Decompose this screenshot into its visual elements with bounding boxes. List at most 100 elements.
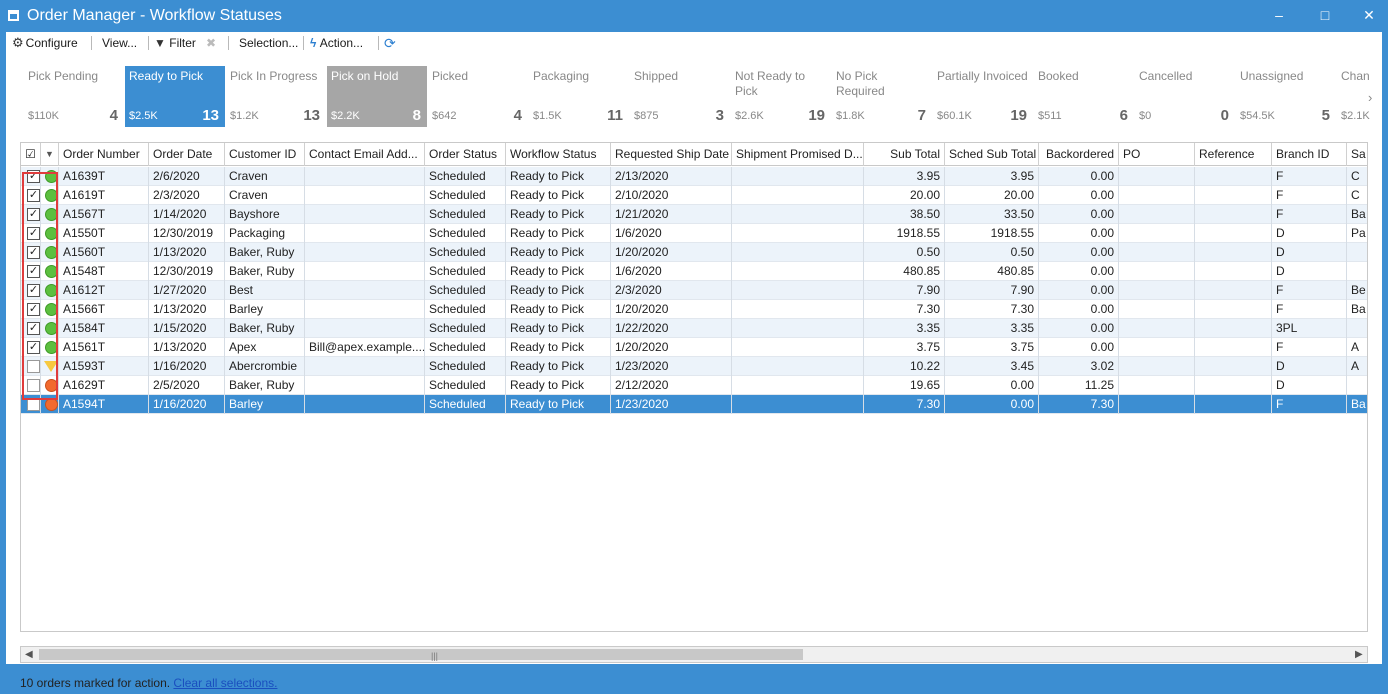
row-checkbox[interactable]	[27, 398, 40, 411]
column-header[interactable]: Sub Total	[864, 143, 945, 166]
view-button[interactable]: View...	[102, 34, 137, 52]
horizontal-scrollbar[interactable]: ◀ ||| ▶	[20, 646, 1368, 663]
selection-button[interactable]: Selection...	[239, 34, 298, 52]
table-row[interactable]: ✓ A1612T 1/27/2020 Best Scheduled Ready to Pi…	[21, 281, 1367, 300]
status-tile[interactable]: Unassigned $54.5K 5	[1236, 66, 1336, 127]
scroll-right-icon[interactable]: ▶	[1355, 647, 1363, 662]
clear-filter-icon[interactable]: ✖	[206, 34, 216, 52]
status-tile[interactable]: Ready to Pick $2.5K 13	[125, 66, 225, 127]
row-checkbox[interactable]: ✓	[27, 189, 40, 202]
configure-button[interactable]: ⚙ Configure	[12, 34, 78, 52]
status-tile[interactable]: Shipped $875 3	[630, 66, 730, 127]
row-checkbox[interactable]: ✓	[27, 322, 40, 335]
status-tile-name: Packaging	[533, 69, 590, 83]
table-cell: Packaging	[225, 224, 305, 243]
status-tile[interactable]: Not Ready to Pick $2.6K 19	[731, 66, 831, 127]
table-row[interactable]: ✓ A1548T 12/30/2019 Baker, Ruby Scheduled Rea…	[21, 262, 1367, 281]
row-checkbox-cell: ✓	[21, 262, 41, 281]
column-header[interactable]: Workflow Status	[506, 143, 611, 166]
row-checkbox[interactable]: ✓	[27, 341, 40, 354]
maximize-button[interactable]: □	[1316, 6, 1334, 24]
client-area: ⚙ Configure View... ▼ Filter ✖ Selection.…	[6, 32, 1382, 690]
table-cell	[732, 357, 864, 376]
table-cell: 7.30	[1039, 395, 1119, 414]
column-header[interactable]: Order Date	[149, 143, 225, 166]
filter-button[interactable]: ▼ Filter	[154, 34, 196, 52]
table-cell: Abercrombie	[225, 357, 305, 376]
table-row[interactable]: ✓ A1550T 12/30/2019 Packaging Scheduled Ready…	[21, 224, 1367, 243]
row-checkbox[interactable]: ✓	[27, 265, 40, 278]
column-header[interactable]: Backordered	[1039, 143, 1119, 166]
scroll-left-icon[interactable]: ◀	[25, 647, 33, 662]
table-row[interactable]: ✓ A1639T 2/6/2020 Craven Scheduled Ready to P…	[21, 167, 1367, 186]
row-indicator-cell	[41, 186, 59, 205]
column-header[interactable]: Shipment Promised D...	[732, 143, 864, 166]
minimize-button[interactable]: –	[1270, 6, 1288, 24]
table-cell	[1119, 262, 1195, 281]
status-tile[interactable]: Pick Pending $110K 4	[24, 66, 124, 127]
status-tile[interactable]: No Pick Required $1.8K 7	[832, 66, 932, 127]
status-tile[interactable]: Picked $642 4	[428, 66, 528, 127]
table-row[interactable]: ✓ A1567T 1/14/2020 Bayshore Scheduled Ready t…	[21, 205, 1367, 224]
row-checkbox[interactable]: ✓	[27, 227, 40, 240]
row-checkbox[interactable]: ✓	[27, 208, 40, 221]
column-header[interactable]: Order Number	[59, 143, 149, 166]
row-checkbox[interactable]	[27, 360, 40, 373]
green-status-dot-icon	[45, 208, 58, 221]
status-tile[interactable]: Packaging $1.5K 11	[529, 66, 629, 127]
action-button[interactable]: ϟ Action...	[310, 34, 363, 52]
table-cell: 1/20/2020	[611, 243, 732, 262]
row-checkbox[interactable]: ✓	[27, 303, 40, 316]
row-checkbox[interactable]: ✓	[27, 284, 40, 297]
table-cell	[732, 395, 864, 414]
scroll-thumb[interactable]: |||	[39, 649, 803, 661]
row-checkbox[interactable]: ✓	[27, 170, 40, 183]
status-tile[interactable]: Cancelled $0 0	[1135, 66, 1235, 127]
column-header[interactable]: Sched Sub Total	[945, 143, 1039, 166]
table-row[interactable]: ✓ A1584T 1/15/2020 Baker, Ruby Scheduled Read…	[21, 319, 1367, 338]
green-status-dot-icon	[45, 284, 58, 297]
status-tile-amount: $642	[432, 110, 457, 122]
column-header[interactable]: Requested Ship Date	[611, 143, 732, 166]
column-header[interactable]: PO	[1119, 143, 1195, 166]
table-row[interactable]: ✓ A1560T 1/13/2020 Baker, Ruby Scheduled Read…	[21, 243, 1367, 262]
column-header[interactable]: Sa	[1347, 143, 1367, 166]
table-cell: Scheduled	[425, 395, 506, 414]
column-header[interactable]: Customer ID	[225, 143, 305, 166]
column-header[interactable]: Contact Email Add...	[305, 143, 425, 166]
table-row[interactable]: ✓ A1561T 1/13/2020 Apex Bill@apex.example...…	[21, 338, 1367, 357]
table-row[interactable]: A1593T 1/16/2020 Abercrombie Scheduled Ready…	[21, 357, 1367, 376]
row-checkbox[interactable]: ✓	[27, 246, 40, 259]
status-tile[interactable]: Booked $511 6	[1034, 66, 1134, 127]
table-row[interactable]: ✓ A1619T 2/3/2020 Craven Scheduled Ready to P…	[21, 186, 1367, 205]
status-tile[interactable]: Chan $2.1K	[1337, 66, 1382, 127]
close-button[interactable]: ✕	[1360, 6, 1378, 24]
status-tile-amount: $875	[634, 110, 659, 122]
chevron-right-icon[interactable]: ›	[1368, 90, 1372, 105]
row-checkbox[interactable]	[27, 379, 40, 392]
table-row[interactable]: ✓ A1566T 1/13/2020 Barley Scheduled Ready to …	[21, 300, 1367, 319]
column-header[interactable]: Branch ID	[1272, 143, 1347, 166]
select-all-checkbox[interactable]: ☑	[21, 143, 41, 166]
table-cell: Ba	[1347, 300, 1367, 319]
refresh-icon[interactable]: ⟳	[384, 34, 396, 52]
table-cell	[1347, 319, 1367, 338]
table-cell: Ready to Pick	[506, 205, 611, 224]
table-row[interactable]: A1594T 1/16/2020 Barley Scheduled Ready to P…	[21, 395, 1367, 414]
status-tile[interactable]: Pick on Hold $2.2K 8	[327, 66, 427, 127]
title-bar[interactable]: Order Manager - Workflow Statuses – □ ✕	[0, 0, 1388, 32]
column-header[interactable]: Order Status	[425, 143, 506, 166]
table-cell: A1593T	[59, 357, 149, 376]
clear-selections-link[interactable]: Clear all selections.	[173, 676, 277, 690]
table-cell: Ready to Pick	[506, 395, 611, 414]
status-tile[interactable]: Partially Invoiced $60.1K 19	[933, 66, 1033, 127]
table-cell: Scheduled	[425, 243, 506, 262]
indicator-sort-icon[interactable]: ▼	[41, 143, 59, 166]
status-tile-name: Partially Invoiced	[937, 69, 1028, 83]
column-header[interactable]: Reference	[1195, 143, 1272, 166]
table-row[interactable]: A1629T 2/5/2020 Baker, Ruby Scheduled Ready …	[21, 376, 1367, 395]
status-tile-amount: $1.8K	[836, 110, 865, 122]
status-tile-count: 19	[808, 107, 825, 124]
table-cell: Scheduled	[425, 205, 506, 224]
status-tile[interactable]: Pick In Progress $1.2K 13	[226, 66, 326, 127]
